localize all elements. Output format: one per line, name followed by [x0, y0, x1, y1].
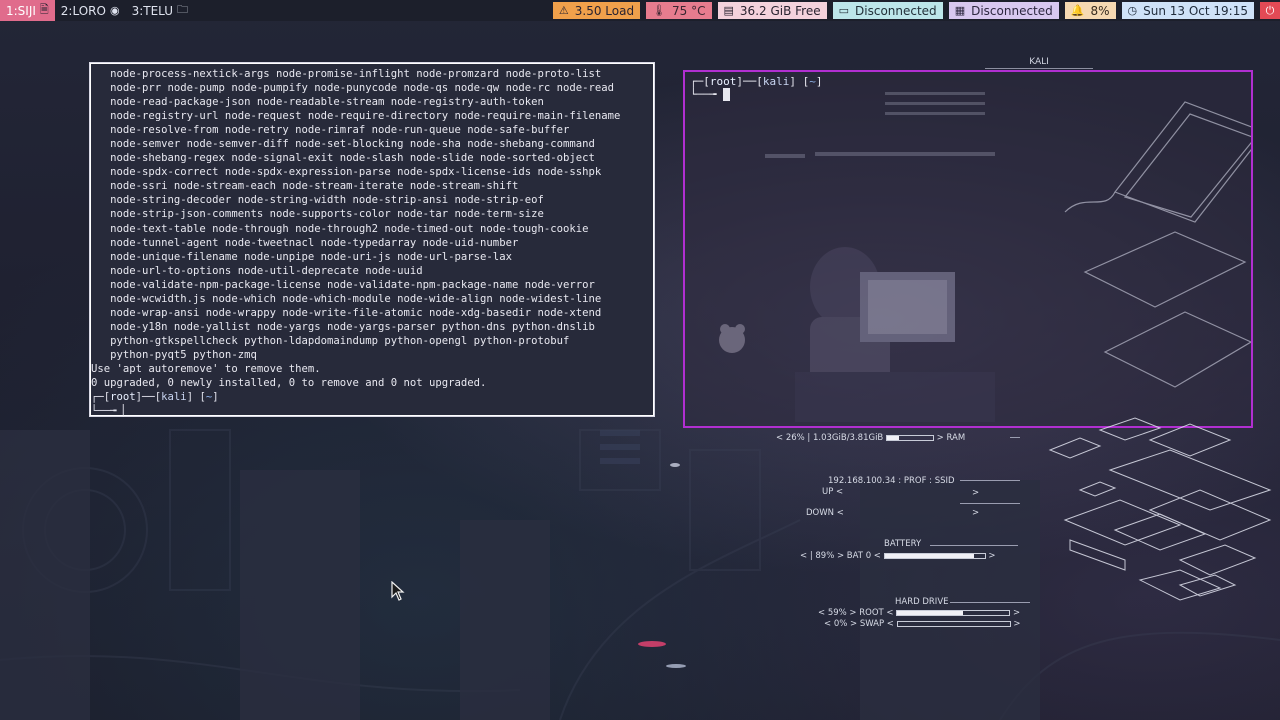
- ram-stat: < 26% | 1.03GiB/3.81GiB > RAM: [776, 433, 965, 443]
- terminal-line: node-prr node-pump node-pumpify node-pun…: [91, 82, 614, 95]
- network-ssid: 192.168.100.34 : PROF : SSID: [828, 476, 955, 486]
- battery-usage-text: < | 89% > BAT 0 <: [800, 551, 881, 561]
- swap-bar: [896, 620, 1011, 627]
- mouse-pointer-icon: [391, 581, 405, 601]
- ram-usage-text: < 26% | 1.03GiB/3.81GiB: [776, 433, 884, 443]
- bell-icon: 🔔: [1070, 4, 1085, 17]
- terminal-line: node-spdx-correct node-spdx-expression-p…: [91, 166, 602, 179]
- terminal-line: node-unique-filename node-unpipe node-ur…: [91, 250, 512, 263]
- power-button[interactable]: ⏻: [1260, 2, 1280, 19]
- terminal-line: Use 'apt autoremove' to remove them.: [91, 362, 321, 375]
- battery-module[interactable]: 🔔 8%: [1064, 2, 1116, 19]
- conky-ghost-overlay: [719, 92, 1251, 422]
- terminal-line: node-read-package-json node-readable-str…: [91, 96, 544, 109]
- upload-label: UP <: [822, 487, 844, 497]
- terminal-line: node-string-decoder node-string-width no…: [91, 194, 544, 207]
- terminal-output: node-process-nextick-args node-promise-i…: [91, 67, 620, 418]
- power-icon: ⏻: [1265, 3, 1275, 17]
- network-module-1[interactable]: ▭ Disconnected: [832, 2, 943, 19]
- battery-title: BATTERY: [884, 539, 922, 549]
- battery-value: 8%: [1090, 3, 1110, 18]
- thermometer-icon: 🌡: [652, 4, 667, 17]
- document-icon: 🗎: [39, 3, 49, 16]
- workspace-2-label: 2:LORO: [60, 3, 106, 18]
- terminal-line: python-pyqt5 python-zmq: [91, 348, 257, 361]
- terminal-window-right[interactable]: ┌─[root]──[kali] [~] └──╼: [683, 70, 1253, 428]
- terminal-line: node-wrap-ansi node-wrappy node-write-fi…: [91, 306, 602, 319]
- terminal-line: node-text-table node-through node-throug…: [91, 222, 589, 235]
- workspace-3[interactable]: 3:TELU 🗀: [126, 0, 194, 21]
- datetime-value: Sun 13 Oct 19:15: [1143, 3, 1248, 18]
- terminal-window-left[interactable]: node-process-nextick-args node-promise-i…: [89, 62, 655, 417]
- terminal-line: node-resolve-from node-retry node-rimraf…: [91, 124, 570, 137]
- battery-bar: [883, 552, 986, 559]
- terminal-line: node-y18n node-yallist node-yargs node-y…: [91, 320, 595, 333]
- signal-bars-icon: ▦: [954, 4, 966, 17]
- root-bar: [896, 609, 1011, 616]
- root-stat: < 59% > ROOT < >: [818, 608, 1021, 618]
- cpu-load-module[interactable]: ⚠ 3.50 Load: [552, 2, 641, 19]
- terminal-line: node-shebang-regex node-signal-exit node…: [91, 152, 595, 165]
- download-label: DOWN <: [806, 508, 844, 518]
- kali-label: KALI: [985, 57, 1093, 69]
- status-modules: ⚠ 3.50 Load 🌡 75 °C ▤ 36.2 GiB Free ▭ Di…: [552, 0, 1280, 21]
- clock-icon: ◷: [1127, 4, 1138, 17]
- terminal-line: node-tunnel-agent node-tweetnacl node-ty…: [91, 236, 519, 249]
- terminal-line: 0 upgraded, 0 newly installed, 0 to remo…: [91, 377, 487, 390]
- terminal-line: node-ssri node-stream-each node-stream-i…: [91, 180, 519, 193]
- workspace-2[interactable]: 2:LORO ◉: [55, 0, 126, 21]
- battery-stat: < | 89% > BAT 0 < >: [800, 551, 996, 561]
- terminal-line: node-url-to-options node-util-deprecate …: [91, 264, 423, 277]
- terminal-line: python-gtkspellcheck python-ldapdomaindu…: [91, 334, 570, 347]
- ram-label: > RAM: [936, 433, 966, 443]
- terminal-line: node-semver node-semver-diff node-set-bl…: [91, 138, 595, 151]
- root-usage-text: < 59% > ROOT <: [818, 608, 894, 618]
- terminal-right-prompt: ┌─[root]──[kali] [~] └──╼: [690, 75, 823, 101]
- hardware-illustration: [1048, 417, 1272, 601]
- upload-arrow: >: [972, 488, 980, 498]
- cpu-load-value: 3.50 Load: [574, 3, 635, 18]
- temperature-module[interactable]: 🌡 75 °C: [646, 2, 712, 19]
- temperature-value: 75 °C: [672, 3, 706, 18]
- terminal-line: node-validate-npm-package-license node-v…: [91, 278, 595, 291]
- firefox-icon: ◉: [109, 4, 120, 17]
- disk-free-value: 36.2 GiB Free: [739, 3, 821, 18]
- download-arrow: >: [972, 508, 980, 518]
- swap-stat: < 0% > SWAP < >: [824, 619, 1021, 629]
- terminal-line: node-process-nextick-args node-promise-i…: [91, 68, 602, 80]
- terminal-prompt: ┌─[root]──[kali] [~] └──╼ ▏: [91, 391, 219, 418]
- workspace-3-label: 3:TELU: [131, 3, 174, 18]
- workspace-1[interactable]: 1:SIJI 🗎: [0, 0, 55, 21]
- clock-module[interactable]: ◷ Sun 13 Oct 19:15: [1121, 2, 1254, 19]
- terminal-line: node-registry-url node-request node-requ…: [91, 110, 621, 123]
- network-module-2[interactable]: ▦ Disconnected: [948, 2, 1059, 19]
- ram-bar: [885, 434, 934, 441]
- terminal-line: node-strip-json-comments node-supports-c…: [91, 208, 544, 221]
- warning-icon: ⚠: [558, 4, 569, 17]
- network-1-status: Disconnected: [855, 3, 937, 18]
- folder-icon: 🗀: [177, 3, 189, 16]
- swap-usage-text: < 0% > SWAP <: [824, 619, 894, 629]
- workspace-1-label: 1:SIJI: [6, 3, 36, 18]
- monitor-icon: ▭: [838, 4, 850, 17]
- top-panel: 1:SIJI 🗎 2:LORO ◉ 3:TELU 🗀 ⚠ 3.50 Load 🌡…: [0, 0, 1280, 21]
- network-2-status: Disconnected: [971, 3, 1053, 18]
- hard-drive-title: HARD DRIVE: [895, 597, 949, 607]
- hard-drive-icon: ▤: [723, 4, 734, 17]
- disk-module[interactable]: ▤ 36.2 GiB Free: [717, 2, 827, 19]
- terminal-line: node-wcwidth.js node-which node-which-mo…: [91, 292, 602, 305]
